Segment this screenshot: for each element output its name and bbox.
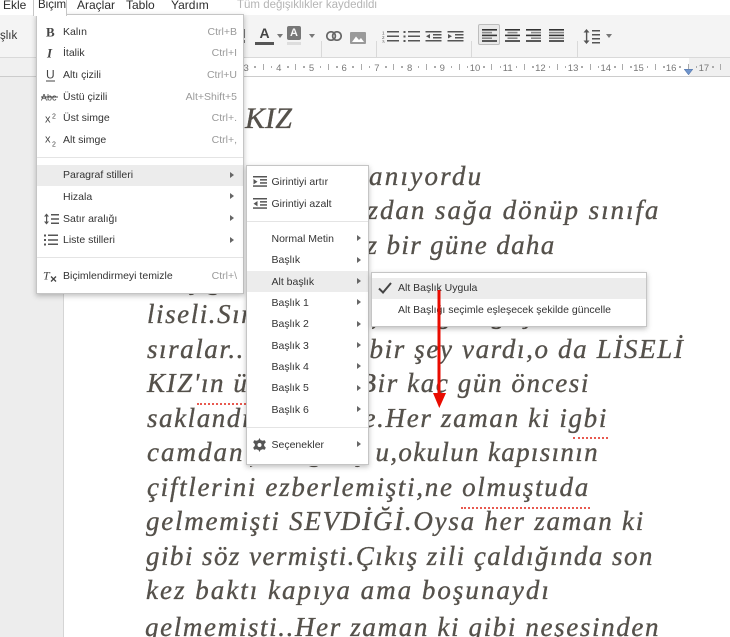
svg-text:B: B (46, 24, 55, 39)
svg-text:2: 2 (52, 114, 56, 121)
svg-text:I: I (46, 46, 53, 61)
svg-text:U: U (46, 67, 55, 81)
svg-text:x: x (45, 133, 51, 145)
svg-text:2: 2 (52, 141, 56, 147)
svg-text:3: 3 (382, 39, 385, 43)
svg-text:T: T (43, 268, 51, 282)
svg-text:x: x (45, 114, 51, 126)
